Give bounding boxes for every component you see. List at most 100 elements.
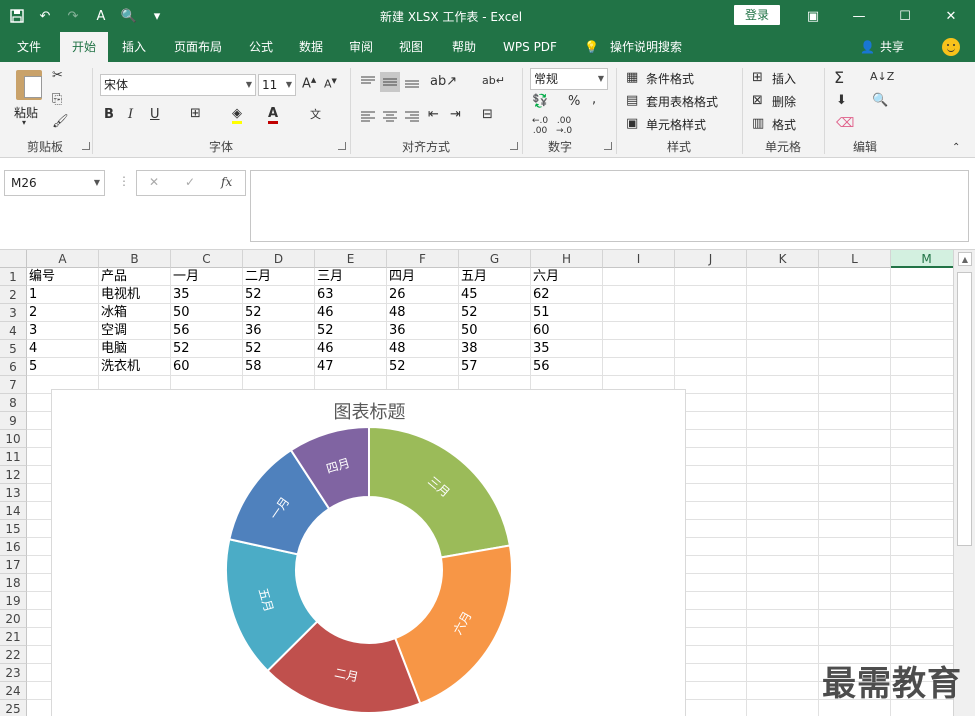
table-format-button[interactable]: 套用表格格式 <box>646 93 718 110</box>
cell-L20[interactable] <box>819 610 891 628</box>
cell-H4[interactable]: 60 <box>531 322 603 340</box>
cell-M13[interactable] <box>891 484 953 502</box>
number-format-combo[interactable]: 常规 ▼ <box>530 68 608 90</box>
cell-A5[interactable]: 4 <box>27 340 99 358</box>
cell-H3[interactable]: 51 <box>531 304 603 322</box>
number-launcher-icon[interactable] <box>604 142 612 150</box>
row-header-10[interactable]: 10 <box>0 430 27 448</box>
copy-icon[interactable]: ⎘ <box>52 92 62 107</box>
cell-A2[interactable]: 1 <box>27 286 99 304</box>
row-header-21[interactable]: 21 <box>0 628 27 646</box>
cell-A3[interactable]: 2 <box>27 304 99 322</box>
cell-B4[interactable]: 空调 <box>99 322 171 340</box>
row-header-2[interactable]: 2 <box>0 286 27 304</box>
tab-file[interactable]: 文件 <box>4 32 54 62</box>
cell-F3[interactable]: 48 <box>387 304 459 322</box>
column-header-B[interactable]: B <box>99 250 171 268</box>
column-header-J[interactable]: J <box>675 250 747 268</box>
row-header-20[interactable]: 20 <box>0 610 27 628</box>
name-box[interactable]: M26 ▼ <box>4 170 105 196</box>
cell-C1[interactable]: 一月 <box>171 268 243 286</box>
feedback-smiley-icon[interactable] <box>942 38 960 56</box>
row-header-4[interactable]: 4 <box>0 322 27 340</box>
format-painter-icon[interactable]: 🖌 <box>52 114 69 129</box>
cell-L21[interactable] <box>819 628 891 646</box>
cell-E6[interactable]: 47 <box>315 358 387 376</box>
cell-K2[interactable] <box>747 286 819 304</box>
row-header-14[interactable]: 14 <box>0 502 27 520</box>
decrease-decimal-icon[interactable]: .00 →.0 <box>556 116 572 136</box>
cell-L13[interactable] <box>819 484 891 502</box>
cell-M9[interactable] <box>891 412 953 430</box>
align-middle-icon[interactable] <box>380 72 400 92</box>
collapse-ribbon-icon[interactable]: ⌃ <box>952 142 960 153</box>
row-header-19[interactable]: 19 <box>0 592 27 610</box>
cell-L5[interactable] <box>819 340 891 358</box>
cell-C6[interactable]: 60 <box>171 358 243 376</box>
cell-C3[interactable]: 50 <box>171 304 243 322</box>
cell-H2[interactable]: 62 <box>531 286 603 304</box>
delete-cells-button[interactable]: 删除 <box>772 93 796 110</box>
name-box-dropdown-icon[interactable]: ▼ <box>94 171 100 195</box>
cell-I4[interactable] <box>603 322 675 340</box>
cell-D4[interactable]: 36 <box>243 322 315 340</box>
row-header-1[interactable]: 1 <box>0 268 27 286</box>
cell-L10[interactable] <box>819 430 891 448</box>
increase-decimal-icon[interactable]: ←.0.00 <box>532 116 548 136</box>
cell-L12[interactable] <box>819 466 891 484</box>
cell-M14[interactable] <box>891 502 953 520</box>
cell-I6[interactable] <box>603 358 675 376</box>
row-header-22[interactable]: 22 <box>0 646 27 664</box>
cell-L19[interactable] <box>819 592 891 610</box>
border-icon[interactable]: ⊞ <box>190 106 201 121</box>
doughnut-chart[interactable]: 图表标题 三月 六月 二月 五月 一月 四月 <box>51 389 686 716</box>
ribbon-display-icon[interactable]: ▣ <box>790 0 836 32</box>
column-header-I[interactable]: I <box>603 250 675 268</box>
cell-M5[interactable] <box>891 340 953 358</box>
redo-icon[interactable]: ↷ <box>64 7 82 25</box>
align-left-icon[interactable] <box>358 106 378 126</box>
cell-K12[interactable] <box>747 466 819 484</box>
align-top-icon[interactable] <box>358 72 378 92</box>
sort-filter-icon[interactable]: A↓Z <box>870 70 894 83</box>
cell-K24[interactable] <box>747 682 819 700</box>
cell-L17[interactable] <box>819 556 891 574</box>
undo-icon[interactable]: ↶ <box>36 7 54 25</box>
fill-icon[interactable]: ⬇ <box>836 93 847 108</box>
cell-J1[interactable] <box>675 268 747 286</box>
fill-color-icon[interactable]: ◈ <box>232 106 242 124</box>
cell-F5[interactable]: 48 <box>387 340 459 358</box>
cell-M11[interactable] <box>891 448 953 466</box>
row-header-23[interactable]: 23 <box>0 664 27 682</box>
cell-L8[interactable] <box>819 394 891 412</box>
cell-K21[interactable] <box>747 628 819 646</box>
cell-L4[interactable] <box>819 322 891 340</box>
cell-B6[interactable]: 洗衣机 <box>99 358 171 376</box>
cell-M15[interactable] <box>891 520 953 538</box>
cell-D5[interactable]: 52 <box>243 340 315 358</box>
share-button[interactable]: 共享 <box>880 32 904 62</box>
enter-icon[interactable]: ✓ <box>185 175 195 189</box>
cell-K17[interactable] <box>747 556 819 574</box>
row-header-24[interactable]: 24 <box>0 682 27 700</box>
tell-me-search[interactable]: 操作说明搜索 <box>610 32 682 62</box>
insert-cells-button[interactable]: 插入 <box>772 70 796 87</box>
cell-H6[interactable]: 56 <box>531 358 603 376</box>
cell-K6[interactable] <box>747 358 819 376</box>
cell-M16[interactable] <box>891 538 953 556</box>
cell-C2[interactable]: 35 <box>171 286 243 304</box>
cell-G2[interactable]: 45 <box>459 286 531 304</box>
font-color-icon[interactable]: A <box>268 106 279 124</box>
cell-L7[interactable] <box>819 376 891 394</box>
cell-K4[interactable] <box>747 322 819 340</box>
cell-B1[interactable]: 产品 <box>99 268 171 286</box>
cell-I2[interactable] <box>603 286 675 304</box>
customize-qat-icon[interactable]: ▾ <box>148 7 166 25</box>
conditional-format-button[interactable]: 条件格式 <box>646 70 694 87</box>
cancel-icon[interactable]: ✕ <box>149 175 159 189</box>
row-header-5[interactable]: 5 <box>0 340 27 358</box>
cell-I3[interactable] <box>603 304 675 322</box>
cell-J4[interactable] <box>675 322 747 340</box>
cell-F2[interactable]: 26 <box>387 286 459 304</box>
decrease-font-icon[interactable]: A▼ <box>324 77 337 91</box>
